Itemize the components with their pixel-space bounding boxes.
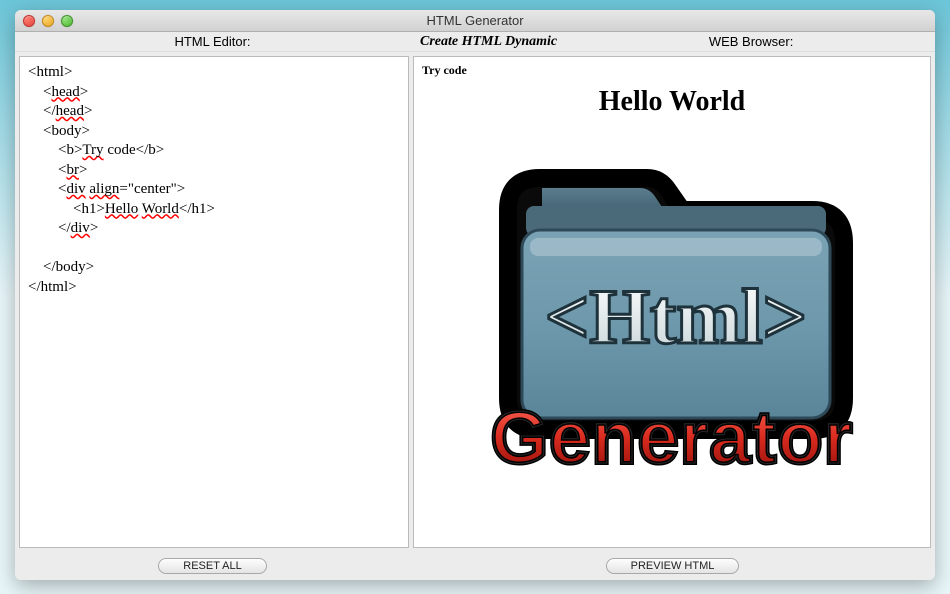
maximize-icon[interactable] xyxy=(61,15,73,27)
editor-pane: <html> <head> </head> <body> <b>Try code… xyxy=(19,56,409,548)
traffic-lights xyxy=(15,15,73,27)
minimize-icon[interactable] xyxy=(42,15,54,27)
html-preview: Try code Hello World xyxy=(414,57,930,547)
app-window: HTML Generator HTML Editor: Create HTML … xyxy=(15,10,935,580)
app-logo: <Html> Generator Generator xyxy=(422,148,922,488)
content-area: <html> <head> </head> <body> <b>Try code… xyxy=(15,52,935,552)
window-title: HTML Generator xyxy=(15,13,935,28)
titlebar: HTML Generator xyxy=(15,10,935,32)
app-subtitle: Create HTML Dynamic xyxy=(410,34,567,50)
preview-bold-text: Try code xyxy=(422,63,922,78)
reset-all-button[interactable]: RESET ALL xyxy=(158,558,267,574)
header-row: HTML Editor: Create HTML Dynamic WEB Bro… xyxy=(15,32,935,52)
svg-text:Generator: Generator xyxy=(491,396,854,479)
footer-row: RESET ALL PREVIEW HTML xyxy=(15,552,935,580)
preview-heading: Hello World xyxy=(422,86,922,118)
close-icon[interactable] xyxy=(23,15,35,27)
browser-pane: Try code Hello World xyxy=(413,56,931,548)
html-editor[interactable]: <html> <head> </head> <body> <b>Try code… xyxy=(20,57,408,547)
preview-html-button[interactable]: PREVIEW HTML xyxy=(606,558,740,574)
editor-pane-label: HTML Editor: xyxy=(15,34,410,49)
logo-html-text: <Html> xyxy=(545,273,807,360)
folder-icon: <Html> Generator Generator xyxy=(472,148,872,488)
browser-pane-label: WEB Browser: xyxy=(567,34,935,49)
